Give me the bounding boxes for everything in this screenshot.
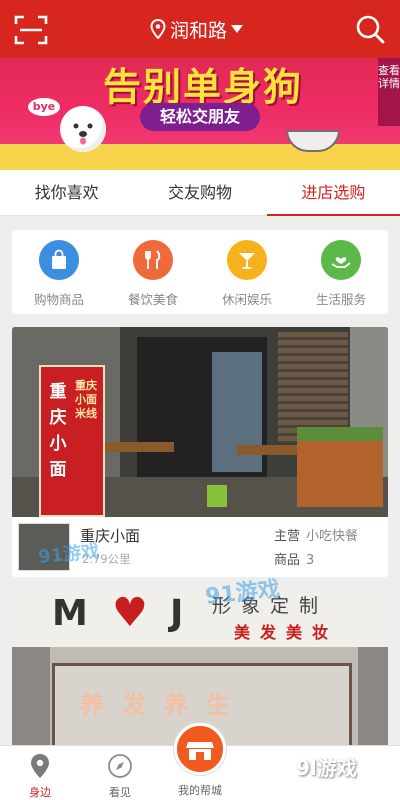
nav-label: 看见 <box>109 786 131 799</box>
photo-shutter <box>278 332 348 442</box>
category-label: 餐饮美食 <box>127 292 178 307</box>
compass-icon <box>108 754 132 778</box>
cocktail-icon <box>227 240 267 280</box>
shopping-bag-icon <box>39 240 79 280</box>
heart-icon: ♥ <box>112 590 148 636</box>
photo-bucket <box>207 485 227 507</box>
bye-bubble: bye <box>28 98 60 116</box>
shop-button[interactable] <box>174 723 226 775</box>
tab-find-likes[interactable]: 找你喜欢 <box>0 170 133 215</box>
category-label: 休闲娱乐 <box>221 292 272 307</box>
category-shopping[interactable]: 购物商品 <box>12 230 106 314</box>
shop-sign: 重庆小面 重庆小面米线 <box>39 365 105 517</box>
location-pin-icon <box>150 19 166 39</box>
sign-letter-j: J <box>170 593 184 634</box>
category-label: 生活服务 <box>315 292 366 307</box>
dog-face-icon <box>73 123 93 145</box>
location-pin-icon <box>31 754 49 778</box>
banner-detail-link[interactable]: 查看详情 <box>378 58 400 126</box>
sign-line-2: 美发美妆 <box>234 623 339 642</box>
nav-nearby[interactable]: 身边 <box>0 746 80 800</box>
watermark-logo: 9l游戏 <box>296 756 357 780</box>
photo-planter <box>297 427 383 507</box>
storefront-text: 养发养生 <box>80 691 248 719</box>
category-grid: 购物商品 餐饮美食 休闲娱乐 生活服务 <box>12 230 388 314</box>
nav-see[interactable]: 看见 <box>80 746 160 800</box>
sign-letter-m: M <box>52 593 88 634</box>
photo-table <box>102 442 174 452</box>
location-selector[interactable]: 润和路 <box>150 16 244 42</box>
photo-pillar <box>12 647 50 749</box>
shop-photo: 重庆小面 重庆小面米线 <box>12 327 388 517</box>
hand-heart-icon <box>321 240 361 280</box>
tab-bar: 找你喜欢 交友购物 进店选购 <box>0 170 400 216</box>
goods-count-value: 3 <box>306 553 315 568</box>
fork-knife-icon <box>133 240 173 280</box>
shop-sign-side-text: 重庆小面米线 <box>75 379 97 420</box>
search-icon[interactable] <box>354 13 386 45</box>
category-services[interactable]: 生活服务 <box>294 230 388 314</box>
shop-sign-text: 重庆小面 <box>49 382 67 480</box>
promo-banner[interactable]: 告别单身狗 轻松交朋友 查看详情 bye <box>0 58 400 170</box>
goods-count-label: 商品 <box>274 553 301 568</box>
top-bar: 润和路 <box>0 0 400 58</box>
shop-signboard: M ♥ J 形象定制 美发美妆 <box>12 589 388 647</box>
tab-social-shopping[interactable]: 交友购物 <box>133 170 266 215</box>
location-label: 润和路 <box>170 19 228 42</box>
shop-meta: 主营 小吃快餐 商品 3 <box>274 525 358 573</box>
dog-illustration <box>60 106 106 152</box>
main-business-label: 主营 <box>274 529 301 544</box>
main-business-value: 小吃快餐 <box>306 529 359 544</box>
photo-pillar <box>358 647 388 749</box>
nav-label: 身边 <box>29 786 51 799</box>
scan-icon[interactable] <box>14 14 48 46</box>
shop-icon <box>186 742 214 760</box>
tab-store-shopping[interactable]: 进店选购 <box>266 170 400 216</box>
nav-label: 我的帮城 <box>178 784 222 797</box>
caret-down-icon <box>231 25 244 33</box>
category-label: 购物商品 <box>33 292 84 307</box>
category-leisure[interactable]: 休闲娱乐 <box>200 230 294 314</box>
banner-subtitle: 轻松交朋友 <box>140 103 260 131</box>
category-food[interactable]: 餐饮美食 <box>106 230 200 314</box>
